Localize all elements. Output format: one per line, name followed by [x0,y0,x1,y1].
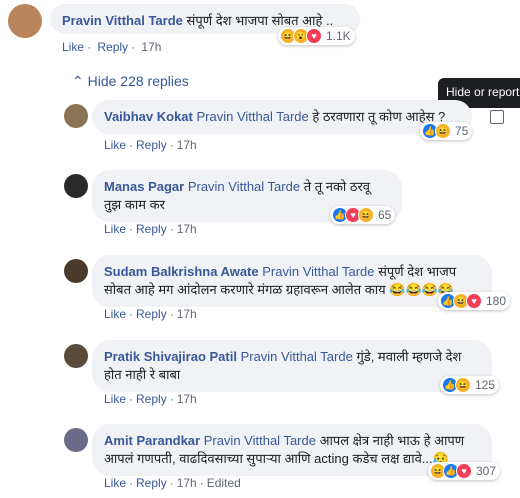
avatar[interactable] [64,174,88,198]
like-button[interactable]: Like [104,476,126,490]
comment-actions: Like · Reply · 17h [104,222,197,236]
reply-button[interactable]: Reply [136,392,167,406]
reaction-summary[interactable]: 👍 😆 75 [420,122,473,140]
avatar[interactable] [64,259,88,283]
comment-text: संपूर्ण देश भाजपा सोबत आहे .. [186,13,334,28]
hide-replies-label: Hide 228 replies [87,73,189,89]
separator: · [169,138,174,152]
timestamp[interactable]: 17h [177,476,197,490]
reaction-count: 180 [486,294,507,308]
comment-author[interactable]: Pratik Shivajirao Patil [104,349,237,364]
mention-link[interactable]: Pravin Vitthal Tarde [237,349,356,364]
reply-button[interactable]: Reply [136,138,167,152]
reaction-summary[interactable]: 😆 👍 ♥ 307 [428,462,501,480]
reply-button[interactable]: Reply [136,476,167,490]
timestamp[interactable]: 17h [177,392,197,406]
reply-button[interactable]: Reply [97,40,128,54]
options-icon[interactable] [490,110,504,124]
separator: · [169,476,174,490]
mention-link[interactable]: Pravin Vitthal Tarde [259,264,378,279]
separator: · [169,222,174,236]
hide-replies-button[interactable]: ⌃ Hide 228 replies [72,73,189,90]
like-button[interactable]: Like [104,138,126,152]
love-icon: ♥ [456,463,472,479]
love-icon: ♥ [466,293,482,309]
reaction-summary[interactable]: 👍 ♥ 😆 65 [330,206,396,224]
reaction-summary[interactable]: 👍 😆 125 [440,376,500,394]
haha-icon: 😆 [455,377,471,393]
reply-button[interactable]: Reply [136,222,167,236]
edited-label[interactable]: Edited [207,476,241,490]
comment-actions: Like · Reply · 17h [62,40,162,54]
comment-actions: Like · Reply · 17h · Edited [104,476,241,490]
love-icon: ♥ [306,28,322,44]
separator: · [129,222,134,236]
haha-icon: 😆 [435,123,451,139]
like-button[interactable]: Like [62,40,84,54]
reaction-count: 75 [455,124,469,138]
separator: · [169,392,174,406]
separator: · [129,138,134,152]
separator: · [199,476,204,490]
comment-actions: Like · Reply · 17h [104,307,197,321]
comment-author[interactable]: Pravin Vitthal Tarde [62,13,183,28]
reaction-count: 65 [378,208,392,222]
comment-author[interactable]: Vaibhav Kokat [104,109,193,124]
reaction-summary[interactable]: 😆 😮 ♥ 1.1K [278,27,355,45]
reply-button[interactable]: Reply [136,307,167,321]
avatar[interactable] [8,4,42,38]
separator: · [169,307,174,321]
reply-bubble: Sudam Balkrishna Awate Pravin Vitthal Ta… [92,255,492,307]
reply-bubble: Vaibhav Kokat Pravin Vitthal Tarde हे ठर… [92,100,472,134]
avatar[interactable] [64,344,88,368]
reaction-count: 1.1K [326,29,351,43]
mention-link[interactable]: Pravin Vitthal Tarde [193,109,312,124]
comment-actions: Like · Reply · 17h [104,138,197,152]
separator: · [129,392,134,406]
reaction-summary[interactable]: 👍 😆 ♥ 180 [438,292,511,310]
timestamp[interactable]: 17h [141,40,161,54]
timestamp[interactable]: 17h [177,138,197,152]
reply-bubble: Pratik Shivajirao Patil Pravin Vitthal T… [92,340,492,392]
reaction-count: 307 [476,464,497,478]
avatar[interactable] [64,104,88,128]
mention-link[interactable]: Pravin Vitthal Tarde [184,179,303,194]
chevron-up-icon: ⌃ [72,73,84,89]
timestamp[interactable]: 17h [177,307,197,321]
avatar[interactable] [64,428,88,452]
like-button[interactable]: Like [104,222,126,236]
comment-author[interactable]: Amit Parandkar [104,433,200,448]
comment-author[interactable]: Manas Pagar [104,179,184,194]
comment-actions: Like · Reply · 17h [104,392,197,406]
separator: · [129,476,134,490]
like-button[interactable]: Like [104,307,126,321]
like-button[interactable]: Like [104,392,126,406]
timestamp[interactable]: 17h [177,222,197,236]
mention-link[interactable]: Pravin Vitthal Tarde [200,433,319,448]
comment-author[interactable]: Sudam Balkrishna Awate [104,264,259,279]
separator: · [129,307,134,321]
reaction-count: 125 [475,378,496,392]
haha-icon: 😆 [358,207,374,223]
